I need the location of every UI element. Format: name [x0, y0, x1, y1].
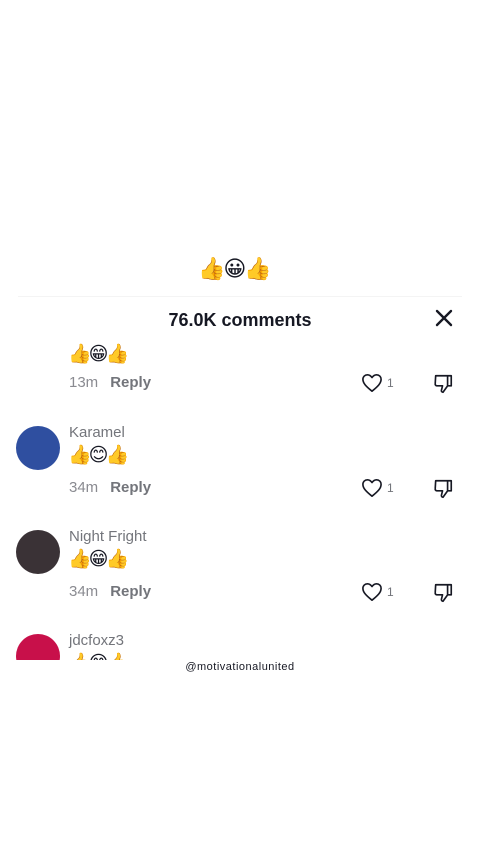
comment-item: Karamel 👍😊👍 34m Reply 1: [0, 418, 480, 522]
comments-header: 76.0K comments: [0, 298, 480, 342]
thumbs-down-icon: [434, 374, 453, 394]
reaction-emojis: 👍😀👍: [198, 257, 272, 282]
comment-text: 👍😊👍: [68, 444, 129, 466]
comment-text: 👍😊👍: [68, 651, 129, 660]
comment-meta: 34m Reply: [69, 479, 151, 496]
like-button[interactable]: 1: [361, 478, 394, 498]
comment-meta: 34m Reply: [69, 583, 151, 600]
reply-button[interactable]: Reply: [110, 374, 151, 391]
comment-time: 34m: [69, 479, 99, 496]
comments-count-title: 76.0K comments: [168, 310, 312, 330]
comments-sheet: 76.0K comments 👍😁👍 13mReply 1 Karamel �: [0, 298, 480, 660]
thumbs-down-icon: [434, 479, 453, 499]
avatar[interactable]: [16, 426, 60, 470]
close-button[interactable]: [430, 304, 458, 332]
divider: [18, 296, 462, 297]
like-button[interactable]: 1: [361, 373, 394, 393]
comment-text: 👍😁👍: [68, 343, 129, 365]
comment-username[interactable]: Night Fright: [69, 528, 147, 545]
avatar[interactable]: [16, 634, 60, 660]
comment-time: 34m: [69, 583, 99, 600]
close-icon: [435, 309, 453, 327]
comment-item: Night Fright 👍😁👍 34m Reply 1: [0, 522, 480, 626]
like-count: 1: [387, 376, 394, 390]
heart-icon: [362, 583, 382, 601]
comment-item: jdcfoxz3 👍😊👍: [0, 626, 480, 660]
dislike-button[interactable]: [432, 582, 454, 609]
comment-username[interactable]: Karamel: [69, 424, 125, 441]
like-button[interactable]: 1: [361, 582, 394, 602]
heart-icon: [362, 374, 382, 392]
watermark-text: @motivationalunited: [185, 661, 295, 673]
reply-button[interactable]: Reply: [110, 479, 151, 496]
comment-time: 13m: [69, 374, 99, 391]
comment-text: 👍😁👍: [68, 548, 129, 570]
like-count: 1: [387, 481, 394, 495]
reply-button[interactable]: Reply: [110, 583, 151, 600]
comment-meta: 13m Reply: [69, 374, 151, 391]
comment-username[interactable]: jdcfoxz3: [69, 632, 124, 649]
avatar[interactable]: [16, 530, 60, 574]
thumbs-down-icon: [434, 583, 453, 603]
dislike-button[interactable]: [432, 478, 454, 505]
dislike-button[interactable]: [432, 373, 454, 400]
like-count: 1: [387, 585, 394, 599]
heart-icon: [362, 479, 382, 497]
